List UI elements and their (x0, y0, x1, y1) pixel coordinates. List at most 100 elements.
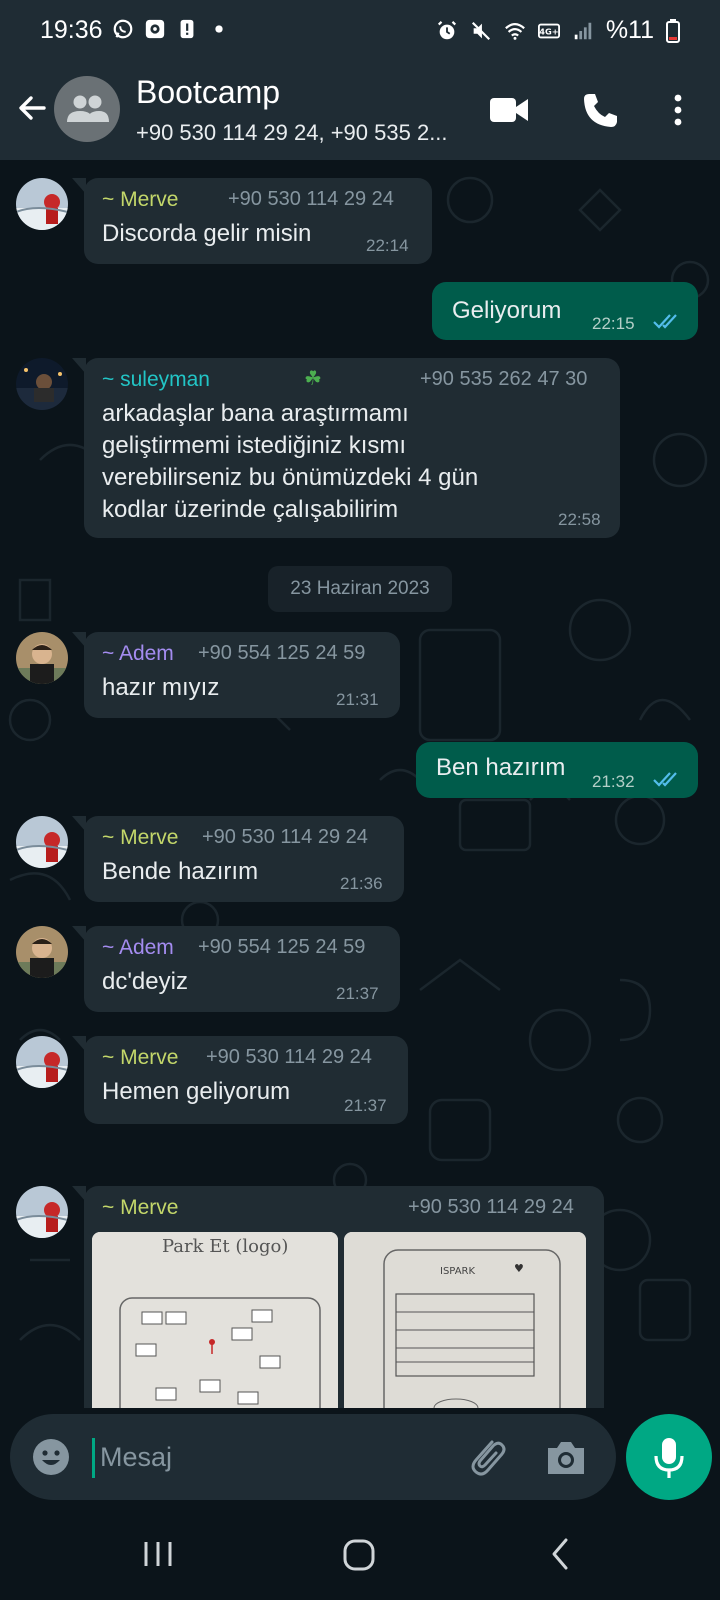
nav-back-icon[interactable] (548, 1536, 572, 1572)
sketch-park-et: Park Et (logo) (92, 1232, 338, 1408)
group-avatar[interactable] (54, 76, 120, 142)
chat-header: Bootcamp +90 530 114 29 24, +90 535 2... (0, 60, 720, 160)
message-text: Discorda gelir misin (102, 220, 312, 247)
group-icon (67, 95, 109, 122)
sender-name[interactable]: ~ Adem (102, 642, 174, 666)
sketch-title: Park Et (logo) (162, 1236, 288, 1257)
signal-icon (574, 22, 592, 39)
read-ticks-icon (653, 314, 677, 329)
sender-name[interactable]: ~ Merve (102, 188, 178, 212)
image-attachment[interactable]: ISPARK ♥ (344, 1232, 586, 1408)
message-bubble-in[interactable]: ~ Merve +90 530 114 29 24 Discorda gelir… (84, 178, 432, 264)
attach-icon[interactable] (464, 1434, 508, 1480)
message-time: 22:15 (592, 314, 635, 333)
battery-icon (666, 18, 680, 43)
message-bubble-in[interactable]: ~ Adem +90 554 125 24 59 dc'deyiz 21:37 (84, 926, 400, 1012)
sender-name[interactable]: ~ Merve (102, 1046, 178, 1070)
sketch-title: ISPARK (440, 1266, 475, 1277)
status-system-icons: 4G+ %11 (436, 16, 680, 45)
message-composer (10, 1414, 616, 1500)
svg-text:4G+: 4G+ (539, 26, 559, 36)
camera-icon[interactable] (544, 1436, 588, 1478)
message-bubble-in[interactable]: ~ Merve +90 530 114 29 24 Bende hazırım … (84, 816, 404, 902)
message-time: 21:36 (340, 874, 383, 893)
phone-icon[interactable] (580, 90, 620, 130)
message-bubble-in[interactable]: ~ Merve +90 530 114 29 24 Hemen geliyoru… (84, 1036, 408, 1124)
more-vert-icon[interactable] (666, 90, 690, 130)
emoji-icon[interactable] (30, 1436, 72, 1478)
avatar-image (16, 816, 68, 868)
battery-percent: %11 (605, 16, 654, 44)
message-bubble-out[interactable]: Ben hazırım 21:32 (416, 742, 698, 798)
whatsapp-notification-icon (113, 19, 133, 39)
chat-participants[interactable]: +90 530 114 29 24, +90 535 2... (136, 120, 448, 146)
message-text: dc'deyiz (102, 968, 188, 995)
sender-name[interactable]: ~ Merve (102, 826, 178, 850)
chat-messages-area[interactable]: ~ Merve +90 530 114 29 24 Discorda gelir… (0, 160, 720, 1408)
sender-name[interactable]: ~ Adem (102, 936, 174, 960)
avatar-image (16, 632, 68, 684)
alarm-icon (437, 20, 456, 39)
wifi-icon (504, 22, 525, 40)
avatar-merve[interactable] (16, 178, 68, 230)
app-notification-icon (145, 19, 165, 39)
avatar-image (16, 1186, 68, 1238)
recent-apps-icon[interactable] (142, 1538, 174, 1570)
video-call-icon[interactable] (488, 90, 530, 130)
message-line: arkadaşlar bana araştırmamı (102, 400, 409, 427)
sender-phone: +90 535 262 47 30 (420, 368, 588, 390)
message-text: Ben hazırım (436, 754, 566, 781)
message-text: Bende hazırım (102, 858, 259, 885)
avatar-suleyman[interactable] (16, 358, 68, 410)
clover-emoji: ☘ (304, 368, 322, 390)
avatar-adem[interactable] (16, 632, 68, 684)
status-notification-icons (112, 18, 230, 40)
back-arrow-icon[interactable] (14, 90, 50, 126)
alert-notification-icon (180, 19, 194, 39)
message-time: 21:37 (344, 1096, 387, 1115)
sender-name[interactable]: ~ Merve (102, 1196, 178, 1220)
message-time: 21:32 (592, 772, 635, 791)
avatar-merve[interactable] (16, 816, 68, 868)
chat-title[interactable]: Bootcamp (136, 74, 280, 111)
voice-message-button[interactable] (626, 1414, 712, 1500)
message-input[interactable] (100, 1432, 440, 1482)
message-text: Hemen geliyorum (102, 1078, 291, 1105)
avatar-merve[interactable] (16, 1036, 68, 1088)
sender-phone: +90 530 114 29 24 (408, 1196, 574, 1218)
sender-name[interactable]: ~ suleyman (102, 368, 210, 392)
image-attachment[interactable]: Park Et (logo) (92, 1232, 338, 1408)
sender-phone: +90 554 125 24 59 (198, 642, 366, 664)
home-icon[interactable] (342, 1538, 376, 1572)
svg-text:♥: ♥ (514, 1262, 524, 1275)
message-bubble-in[interactable]: ~ Merve +90 530 114 29 24 Park Et (logo)… (84, 1186, 604, 1408)
message-time: 22:58 (558, 510, 601, 529)
avatar-adem[interactable] (16, 926, 68, 978)
message-time: 22:14 (366, 236, 409, 255)
message-bubble-out[interactable]: Geliyorum 22:15 (432, 282, 698, 340)
dot-icon (215, 25, 223, 33)
message-bubble-in[interactable]: ~ Adem +90 554 125 24 59 hazır mıyız 21:… (84, 632, 400, 718)
message-bubble-in[interactable]: ~ suleyman ☘ +90 535 262 47 30 arkadaşla… (84, 358, 620, 538)
message-time: 21:37 (336, 984, 379, 1003)
sender-phone: +90 554 125 24 59 (198, 936, 366, 958)
date-separator: 23 Haziran 2023 (268, 566, 452, 612)
avatar-image (16, 178, 68, 230)
avatar-image (16, 358, 68, 410)
sender-phone: +90 530 114 29 24 (228, 188, 394, 210)
text-caret (92, 1438, 95, 1478)
avatar-image (16, 926, 68, 978)
status-bar: 19:36 4G+ %11 (0, 0, 720, 60)
sketch-ispark: ISPARK ♥ (344, 1232, 586, 1408)
lte-plus-icon: 4G+ (537, 23, 560, 38)
avatar-merve[interactable] (16, 1186, 68, 1238)
read-ticks-icon (653, 772, 677, 787)
message-line: verebilirseniz bu önümüzdeki 4 gün (102, 464, 479, 491)
message-line: geliştirmemi istediğiniz kısmı (102, 432, 407, 459)
mute-icon (471, 21, 490, 40)
sender-phone: +90 530 114 29 24 (202, 826, 368, 848)
mic-icon (654, 1438, 684, 1478)
message-line: kodlar üzerinde çalışabilirim (102, 496, 399, 523)
sender-phone: +90 530 114 29 24 (206, 1046, 372, 1068)
status-time: 19:36 (40, 16, 103, 44)
